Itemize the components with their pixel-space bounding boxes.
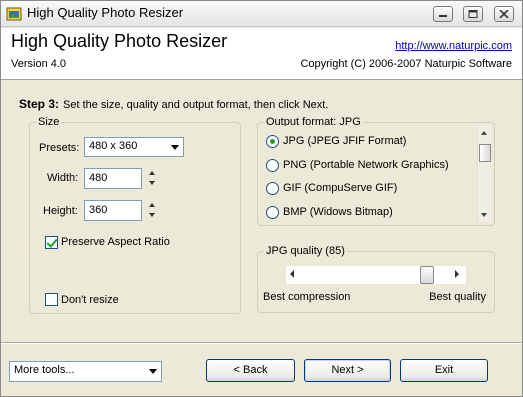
- best-quality-label: Best quality: [429, 291, 486, 303]
- dont-resize-label[interactable]: Don't resize: [61, 294, 119, 306]
- jpg-quality-group: JPG quality (85) Best compression Best q…: [257, 245, 495, 313]
- minimize-button[interactable]: [433, 6, 453, 22]
- format-radio-bmp[interactable]: [266, 206, 279, 219]
- step-label: Step 3:: [19, 97, 60, 111]
- website-link[interactable]: http://www.naturpic.com: [395, 40, 512, 52]
- scroll-down-icon[interactable]: [481, 213, 487, 217]
- maximize-icon: [468, 10, 478, 18]
- next-button[interactable]: Next >: [304, 359, 391, 382]
- width-label: Width:: [47, 172, 79, 184]
- format-label-png[interactable]: PNG (Portable Network Graphics): [283, 159, 449, 171]
- format-label-jpg[interactable]: JPG (JPEG JFIF Format): [283, 135, 406, 147]
- format-radio-gif[interactable]: [266, 182, 279, 195]
- title-bar[interactable]: High Quality Photo Resizer: [1, 1, 522, 27]
- scroll-thumb[interactable]: [479, 144, 491, 162]
- width-stepper[interactable]: [147, 168, 157, 189]
- format-radio-png[interactable]: [266, 159, 279, 172]
- app-title: High Quality Photo Resizer: [11, 31, 228, 51]
- app-header: High Quality Photo Resizer Version 4.0 h…: [1, 28, 522, 80]
- output-format-group: Output format: JPG JPG (JPEG JFIF Format…: [257, 116, 495, 226]
- step-text: Set the size, quality and output format,…: [63, 99, 329, 111]
- jpg-quality-label: JPG quality (85): [264, 245, 347, 257]
- maximize-button[interactable]: [463, 6, 483, 22]
- format-label-gif[interactable]: GIF (CompuServe GIF): [283, 182, 397, 194]
- presets-select[interactable]: 480 x 360: [84, 137, 184, 157]
- dont-resize-checkbox[interactable]: [45, 293, 58, 306]
- presets-value: 480 x 360: [89, 140, 138, 152]
- app-window: High Quality Photo Resizer High Quality …: [0, 0, 523, 397]
- format-option[interactable]: GIF (CompuServe GIF): [266, 181, 471, 197]
- width-field[interactable]: 480: [84, 168, 142, 189]
- copyright-label: Copyright (C) 2006-2007 Naturpic Softwar…: [300, 58, 512, 70]
- best-compression-label: Best compression: [263, 291, 351, 303]
- presets-label: Presets:: [39, 142, 80, 154]
- preserve-aspect-checkbox[interactable]: [45, 236, 58, 249]
- spin-up-icon[interactable]: [147, 200, 157, 210]
- size-group: Size Presets: 480 x 360 Width: 480 Heigh…: [29, 116, 241, 314]
- height-stepper[interactable]: [147, 200, 157, 221]
- format-option[interactable]: BMP (Widows Bitmap): [266, 205, 471, 221]
- more-tools-select[interactable]: More tools...: [9, 361, 162, 382]
- step-instruction: Step 3: Set the size, quality and output …: [19, 97, 328, 111]
- footer-divider: [1, 342, 522, 344]
- spin-down-icon[interactable]: [147, 178, 157, 188]
- height-label: Height:: [43, 205, 78, 217]
- slider-left-icon[interactable]: [290, 270, 294, 278]
- close-icon: [499, 10, 509, 18]
- quality-slider-track[interactable]: [286, 266, 466, 284]
- minimize-icon: [439, 15, 447, 17]
- window-title: High Quality Photo Resizer: [27, 5, 184, 20]
- exit-button[interactable]: Exit: [400, 359, 488, 382]
- size-group-label: Size: [36, 116, 62, 128]
- app-icon: [6, 7, 22, 21]
- spin-up-icon[interactable]: [147, 168, 157, 178]
- more-tools-value: More tools...: [14, 364, 75, 376]
- back-button[interactable]: < Back: [206, 359, 295, 382]
- format-radio-jpg[interactable]: [266, 135, 279, 148]
- version-label: Version 4.0: [11, 58, 67, 70]
- height-field[interactable]: 360: [84, 200, 142, 221]
- chevron-down-icon: [171, 145, 179, 150]
- format-list[interactable]: JPG (JPEG JFIF Format) PNG (Portable Net…: [263, 126, 491, 222]
- quality-slider-thumb[interactable]: [420, 266, 434, 284]
- preserve-aspect-label[interactable]: Preserve Aspect Ratio: [61, 236, 170, 248]
- scroll-up-icon[interactable]: [481, 131, 487, 135]
- close-button[interactable]: [494, 6, 514, 22]
- format-scrollbar[interactable]: [477, 126, 491, 222]
- spin-down-icon[interactable]: [147, 210, 157, 220]
- format-option[interactable]: PNG (Portable Network Graphics): [266, 158, 471, 174]
- slider-right-icon[interactable]: [455, 270, 459, 278]
- format-label-bmp[interactable]: BMP (Widows Bitmap): [283, 206, 393, 218]
- chevron-down-icon: [149, 369, 157, 374]
- format-option[interactable]: JPG (JPEG JFIF Format): [266, 134, 471, 150]
